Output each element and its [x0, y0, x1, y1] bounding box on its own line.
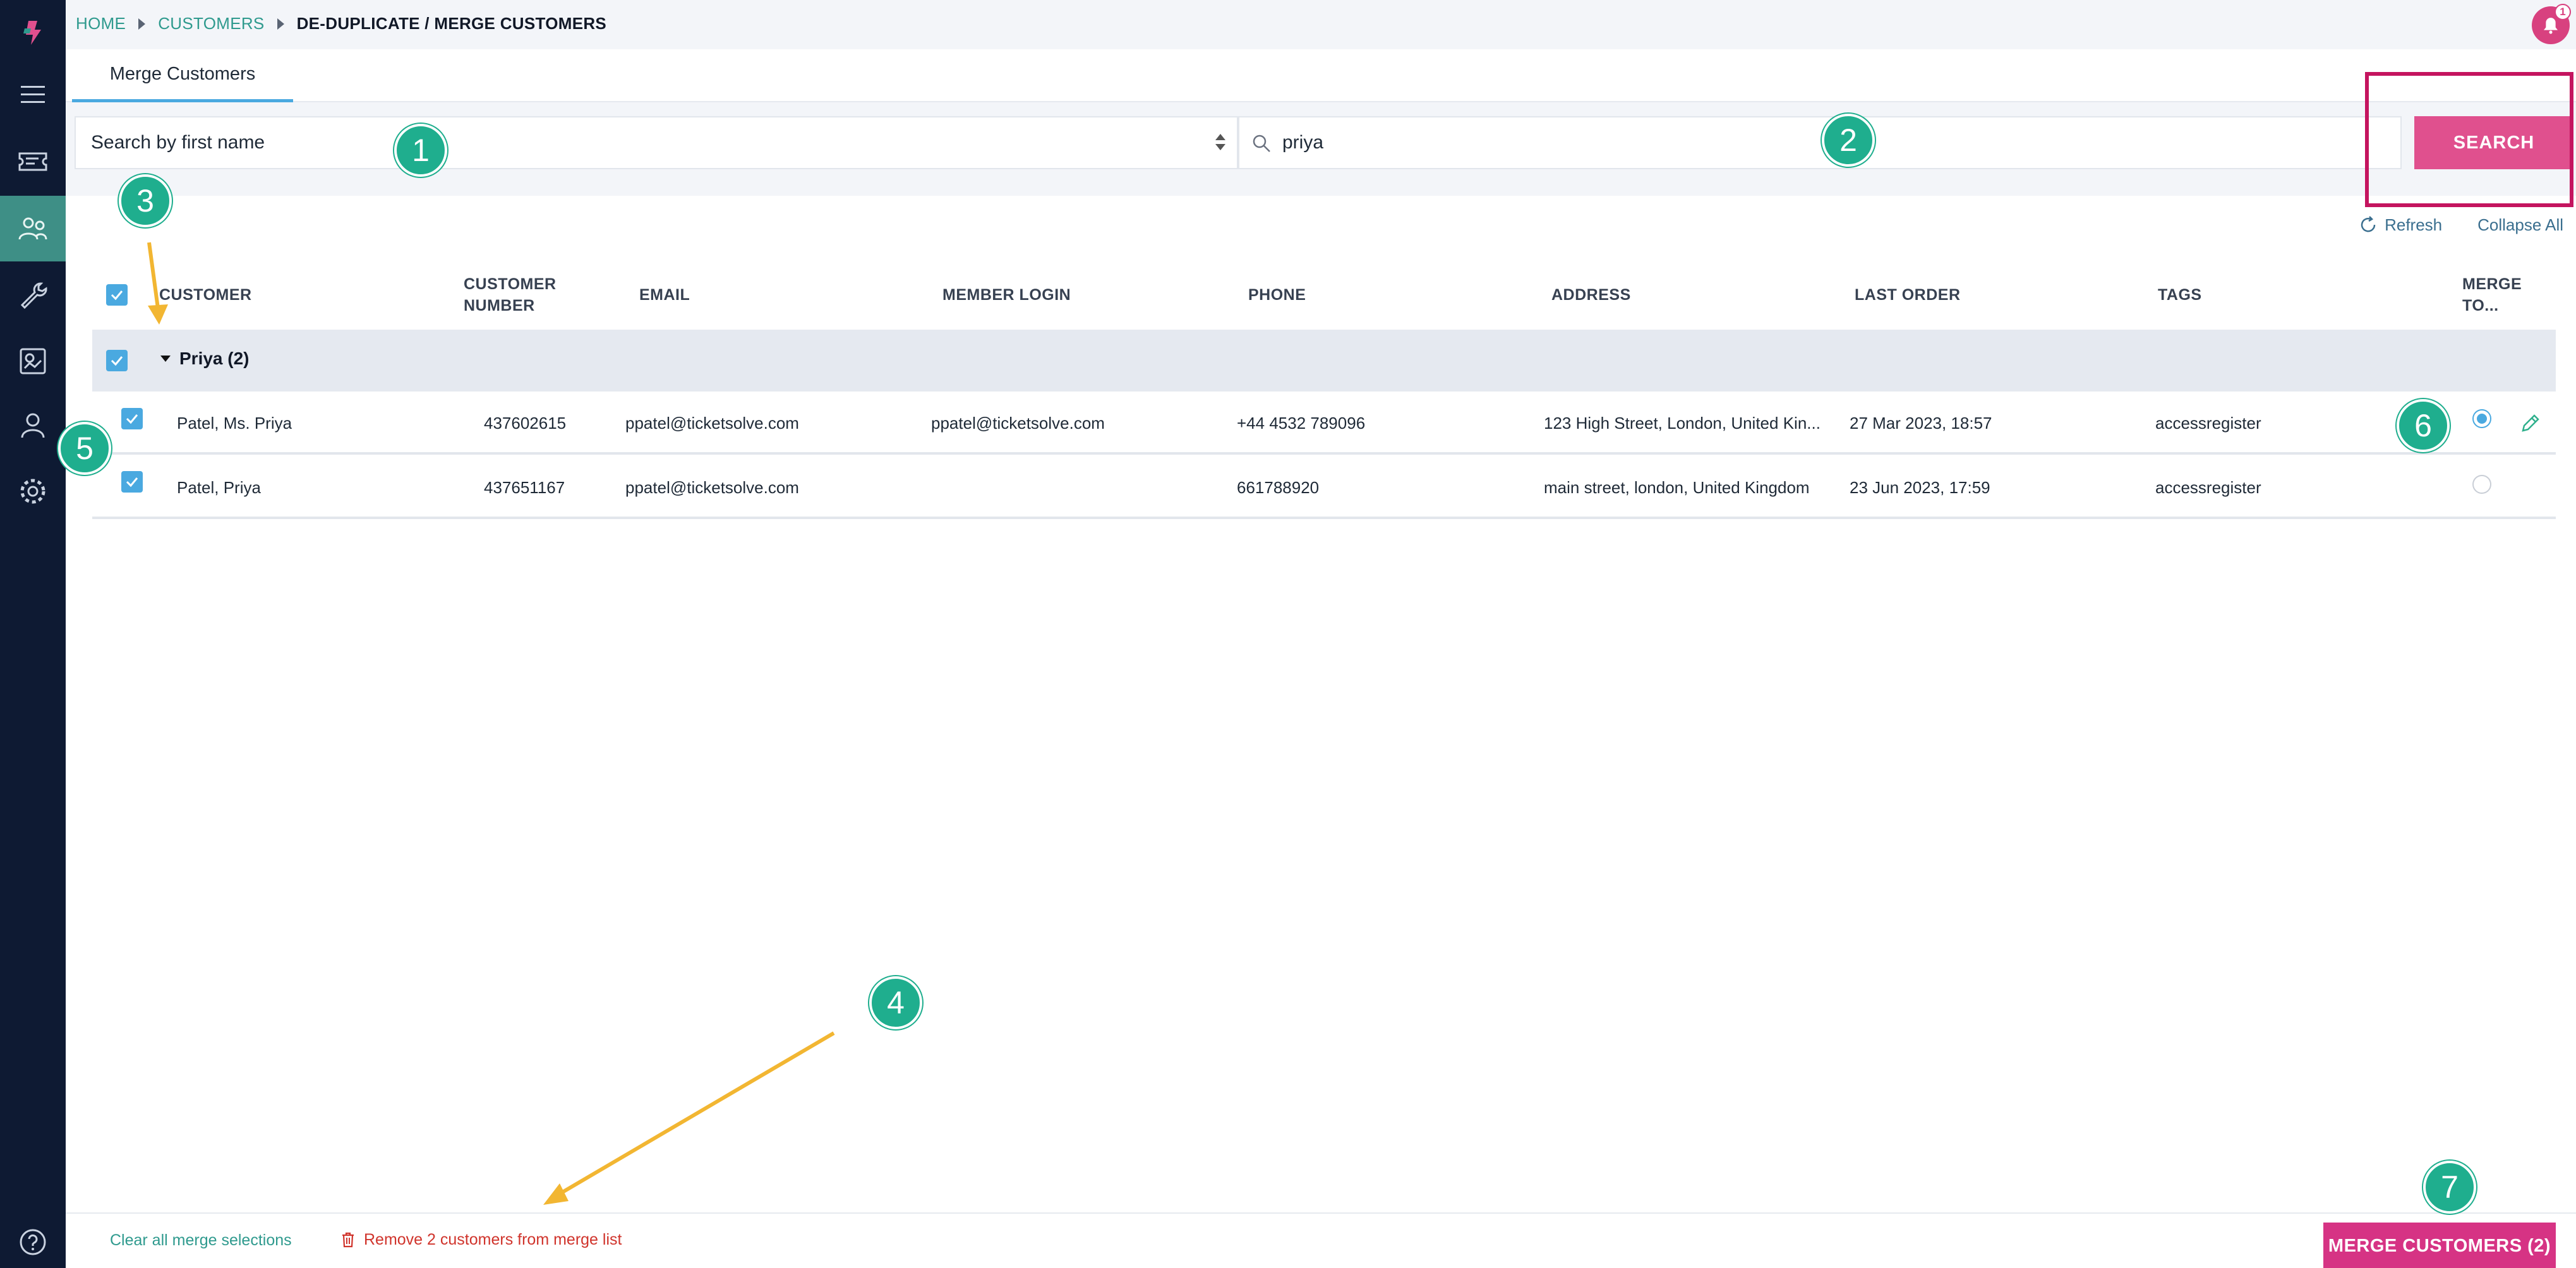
notification-bell-icon[interactable]: 1 [2532, 4, 2571, 44]
trash-icon [342, 1232, 354, 1248]
header-last-order[interactable]: LAST ORDER [1855, 260, 1961, 330]
breadcrumb-current: DE-DUPLICATE / MERGE CUSTOMERS [296, 14, 607, 33]
select-arrows-icon [1215, 134, 1225, 150]
header-email[interactable]: EMAIL [639, 260, 690, 330]
callout-7: 7 [2423, 1161, 2476, 1214]
group-checkbox[interactable] [106, 350, 128, 371]
cell-tags: accessregister [2155, 477, 2261, 497]
header-phone[interactable]: PHONE [1248, 260, 1306, 330]
callout-1: 1 [394, 124, 447, 177]
cell-member-login: ppatel@ticketsolve.com [931, 413, 1105, 433]
merge-customers-button[interactable]: MERGE CUSTOMERS (2) [2323, 1223, 2556, 1268]
cell-address: main street, london, United Kingdom [1544, 477, 1810, 497]
annotation-arrow-4 [555, 1031, 835, 1198]
edit-pencil-icon[interactable] [2518, 410, 2543, 436]
chevron-right-icon [277, 18, 284, 30]
sidebar [0, 0, 66, 1268]
search-query: priya [1282, 132, 1324, 153]
ticket-icon[interactable] [0, 129, 66, 194]
header-address[interactable]: ADDRESS [1551, 260, 1631, 330]
search-highlight-box [2365, 72, 2573, 207]
table-actions: Refresh Collapse All [2358, 215, 2563, 235]
top-bar: HOME CUSTOMERS DE-DUPLICATE / MERGE CUST… [66, 0, 2576, 49]
help-icon[interactable] [0, 1216, 66, 1268]
remove-label: Remove 2 customers from merge list [364, 1230, 622, 1248]
callout-5: 5 [58, 422, 111, 475]
header-member-login[interactable]: MEMBER LOGIN [942, 260, 1071, 330]
tab-merge-customers[interactable]: Merge Customers [72, 49, 293, 102]
breadcrumb-customers[interactable]: CUSTOMERS [158, 14, 264, 33]
table-header: CUSTOMER CUSTOMER NUMBER EMAIL MEMBER LO… [92, 260, 2556, 330]
header-customer[interactable]: CUSTOMER [159, 260, 252, 330]
notification-count: 1 [2555, 4, 2571, 20]
remove-from-merge-list-link[interactable]: Remove 2 customers from merge list [339, 1230, 622, 1249]
breadcrumb-home[interactable]: HOME [76, 14, 126, 33]
chevron-right-icon [138, 18, 146, 30]
cell-email: ppatel@ticketsolve.com [625, 413, 799, 433]
cell-last-order: 23 Jun 2023, 17:59 [1850, 477, 1990, 497]
search-input[interactable]: priya [1238, 116, 2402, 169]
settings-icon[interactable] [0, 458, 66, 524]
table-row: Patel, Ms. Priya 437602615 ppatel@ticket… [92, 392, 2556, 455]
refresh-link[interactable]: Refresh [2358, 215, 2442, 235]
cell-customer[interactable]: Patel, Priya [177, 456, 261, 519]
cell-address: 123 High Street, London, United Kin... [1544, 413, 1821, 433]
cell-customer-number: 437651167 [484, 477, 565, 497]
table-row: Patel, Priya 437651167 ppatel@ticketsolv… [92, 456, 2556, 519]
customers-icon[interactable] [0, 196, 66, 261]
logo-icon[interactable] [0, 0, 66, 66]
callout-2: 2 [1822, 114, 1875, 167]
row-checkbox[interactable] [121, 408, 143, 429]
tab-bar: Merge Customers [66, 49, 2576, 102]
user-icon[interactable] [0, 393, 66, 458]
group-toggle[interactable]: Priya (2) [160, 349, 250, 369]
wrench-icon[interactable] [0, 263, 66, 328]
clear-merge-selections-link[interactable]: Clear all merge selections [110, 1231, 292, 1250]
header-merge-to: MERGE TO... [2462, 275, 2522, 314]
search-icon [1253, 135, 1270, 152]
cell-email: ppatel@ticketsolve.com [625, 477, 799, 497]
row-checkbox[interactable] [121, 471, 143, 493]
footer-bar: Clear all merge selections Remove 2 cust… [66, 1212, 2576, 1268]
cell-phone: 661788920 [1237, 477, 1320, 497]
merge-to-radio[interactable] [2472, 475, 2491, 494]
breadcrumb: HOME CUSTOMERS DE-DUPLICATE / MERGE CUST… [76, 14, 606, 33]
cell-customer-number: 437602615 [484, 413, 567, 433]
header-customer-number[interactable]: CUSTOMER NUMBER [464, 260, 565, 330]
collapse-all-link[interactable]: Collapse All [2477, 215, 2563, 235]
cell-tags: accessregister [2155, 413, 2261, 433]
select-all-checkbox[interactable] [106, 284, 128, 306]
search-field-value: Search by first name [91, 132, 265, 153]
refresh-icon [2361, 216, 2376, 232]
header-tags[interactable]: TAGS [2158, 260, 2202, 330]
caret-down-icon [160, 356, 171, 362]
reports-icon[interactable] [0, 328, 66, 394]
callout-4: 4 [869, 976, 922, 1029]
merge-to-radio[interactable] [2472, 409, 2491, 428]
search-field-select[interactable]: Search by first name [75, 116, 1238, 169]
annotation-arrowhead-4 [543, 1183, 569, 1205]
menu-icon[interactable] [0, 62, 66, 128]
cell-customer[interactable]: Patel, Ms. Priya [177, 392, 292, 455]
callout-6: 6 [2397, 399, 2450, 452]
callout-3: 3 [119, 174, 172, 227]
group-row[interactable]: Priya (2) [92, 330, 2556, 392]
group-label: Priya (2) [179, 349, 250, 368]
cell-last-order: 27 Mar 2023, 18:57 [1850, 413, 1992, 433]
refresh-label: Refresh [2385, 215, 2443, 234]
cell-phone: +44 4532 789096 [1237, 413, 1366, 433]
